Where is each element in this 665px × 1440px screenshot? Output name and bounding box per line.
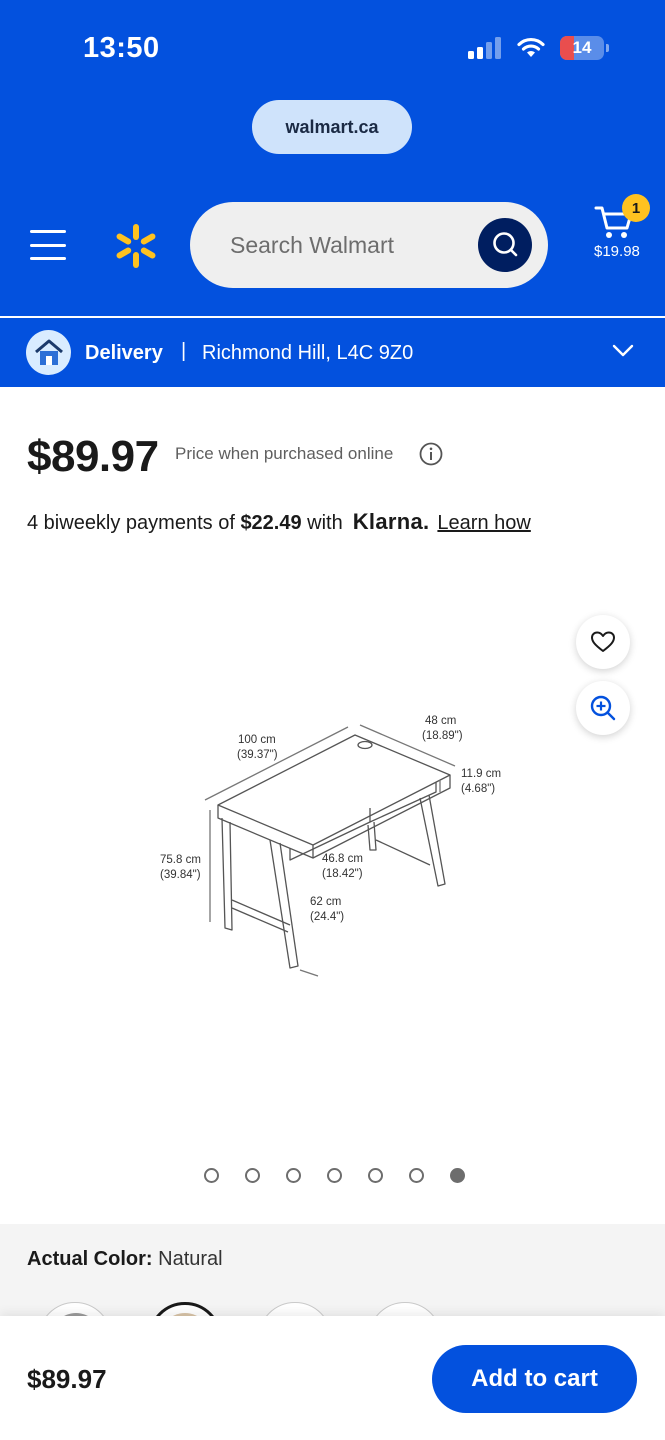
cart-total: $19.98 — [594, 243, 640, 260]
battery-tip — [606, 44, 609, 52]
product-image[interactable]: 100 cm (39.37") 48 cm (18.89") 11.9 cm (… — [150, 700, 520, 990]
dim-drawer-in-label: (4.68") — [461, 783, 495, 795]
dim-depth-in-label: (18.89") — [422, 730, 463, 742]
add-to-cart-button[interactable]: Add to cart — [432, 1345, 637, 1413]
dim-depth-label: 48 cm — [425, 715, 456, 727]
carousel-dot-active[interactable] — [450, 1168, 465, 1183]
carousel-dots — [204, 1168, 465, 1183]
carousel-dot[interactable] — [286, 1168, 301, 1183]
carousel-dot[interactable] — [245, 1168, 260, 1183]
delivery-bar[interactable]: Delivery | Richmond Hill, L4C 9Z0 — [0, 318, 665, 387]
carousel-dot[interactable] — [327, 1168, 342, 1183]
dim-width-in-label: (39.37") — [237, 749, 278, 761]
search-icon — [493, 232, 518, 257]
price-note: Price when purchased online — [175, 444, 394, 463]
delivery-separator: | — [181, 340, 187, 362]
favorite-button[interactable] — [576, 615, 630, 669]
status-icons: 14 — [468, 36, 609, 60]
dim-height-in-label: (39.84") — [160, 869, 201, 881]
dim-leg-in-label: (24.4") — [310, 911, 344, 923]
delivery-label: Delivery — [85, 342, 163, 364]
product-price: $89.97 — [27, 432, 159, 481]
url-bar[interactable]: walmart.ca — [252, 100, 412, 154]
learn-how-link[interactable]: Learn how — [437, 512, 530, 535]
wifi-icon — [517, 37, 545, 57]
dim-inner-label: 46.8 cm — [322, 853, 363, 865]
chevron-down-icon[interactable] — [612, 344, 634, 358]
cart-count-badge: 1 — [622, 194, 650, 222]
battery-level-fill — [560, 36, 574, 60]
dim-width-label: 100 cm — [238, 734, 276, 746]
top-header: 13:50 14 walmart.ca Search Walmart 1 $19… — [0, 0, 665, 316]
zoom-button[interactable] — [576, 681, 630, 735]
dim-height-label: 75.8 cm — [160, 854, 201, 866]
klarna-amount: $22.49 — [240, 512, 302, 534]
bottom-price: $89.97 — [27, 1364, 107, 1394]
search-input[interactable] — [230, 202, 460, 288]
zoom-in-icon — [590, 695, 616, 721]
dim-inner-in-label: (18.42") — [322, 868, 363, 880]
delivery-location: Richmond Hill, L4C 9Z0 — [202, 342, 414, 364]
status-time: 13:50 — [83, 32, 160, 64]
info-icon[interactable] — [419, 442, 443, 466]
bottom-cart-bar: $89.97 Add to cart — [0, 1316, 665, 1440]
search-bar — [190, 202, 548, 288]
klarna-with: with — [301, 512, 343, 534]
carousel-dot[interactable] — [368, 1168, 383, 1183]
carousel-dot[interactable] — [409, 1168, 424, 1183]
color-label-key: Actual Color: — [27, 1248, 153, 1270]
battery-icon: 14 — [560, 36, 604, 60]
menu-icon[interactable] — [30, 230, 66, 260]
heart-icon — [591, 631, 615, 652]
klarna-prefix: 4 biweekly payments of — [27, 512, 241, 534]
cellular-signal-icon — [468, 37, 501, 59]
klarna-payments: 4 biweekly payments of $22.49 with Klarn… — [27, 509, 531, 535]
walmart-spark-logo[interactable] — [112, 222, 160, 270]
battery-percent: 14 — [572, 38, 592, 57]
home-delivery-icon — [26, 330, 71, 375]
search-button[interactable] — [478, 218, 532, 272]
dim-leg-label: 62 cm — [310, 896, 341, 908]
color-value: Natural — [158, 1248, 223, 1270]
color-label: Actual Color: Natural — [27, 1248, 223, 1271]
dim-drawer-label: 11.9 cm — [461, 768, 501, 780]
klarna-logo: Klarna. — [352, 509, 430, 534]
carousel-dot[interactable] — [204, 1168, 219, 1183]
cart-button[interactable]: 1 $19.98 — [590, 194, 650, 270]
